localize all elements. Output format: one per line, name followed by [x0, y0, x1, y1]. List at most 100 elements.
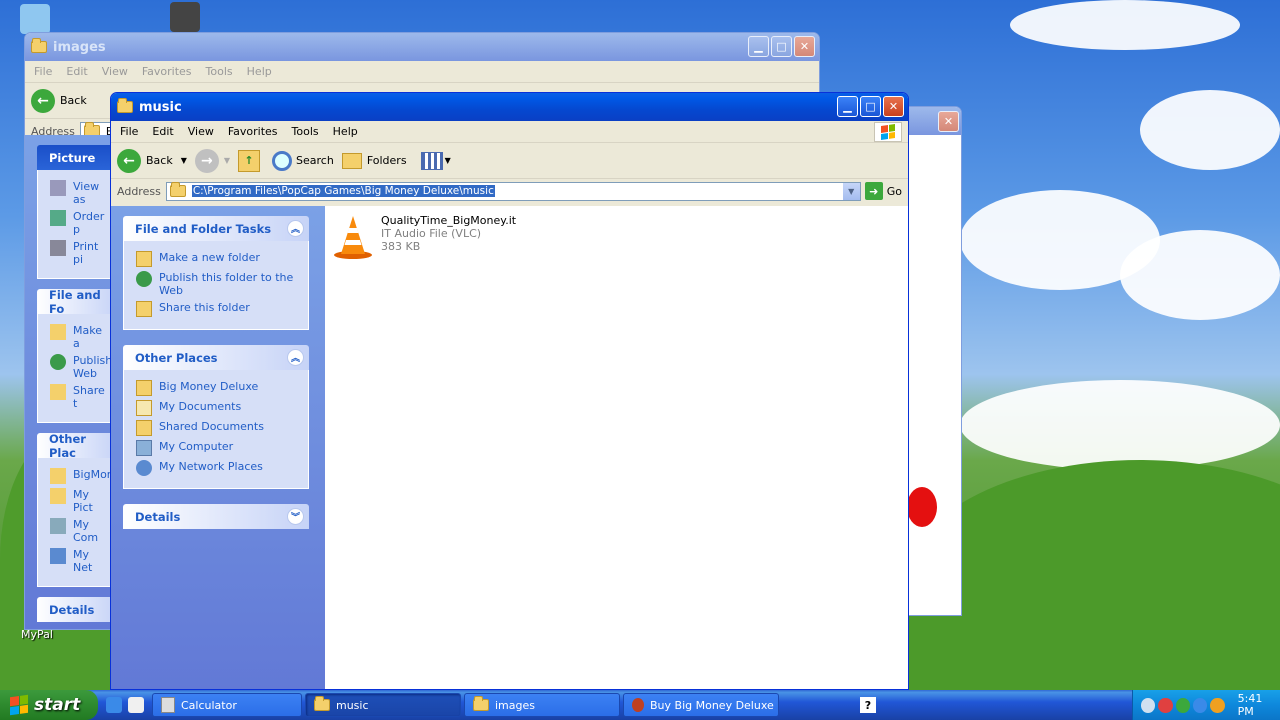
- minimize-icon[interactable]: ▁: [748, 36, 769, 57]
- close-icon[interactable]: ✕: [883, 96, 904, 117]
- menu-view[interactable]: View: [95, 65, 135, 78]
- dropdown-arrow-icon[interactable]: ▼: [181, 156, 187, 165]
- menu-favorites[interactable]: Favorites: [135, 65, 199, 78]
- minimize-icon[interactable]: ▁: [837, 96, 858, 117]
- go-button[interactable]: ➜ Go: [864, 182, 902, 200]
- go-arrow-icon: ➜: [864, 182, 883, 200]
- search-label: Search: [296, 154, 334, 167]
- maximize-icon[interactable]: □: [860, 96, 881, 117]
- menu-tools[interactable]: Tools: [285, 125, 326, 138]
- place-item[interactable]: My Pict: [50, 488, 106, 514]
- show-desktop-icon[interactable]: [128, 697, 144, 713]
- panel-title: File and Folder Tasks: [135, 221, 272, 236]
- menu-edit[interactable]: Edit: [145, 125, 180, 138]
- place-shared-documents[interactable]: Shared Documents: [136, 420, 298, 436]
- menu-view[interactable]: View: [181, 125, 221, 138]
- task-pane: File and Folder Tasks ︽ Make a new folde…: [111, 206, 325, 689]
- desktop-icon-movie[interactable]: [150, 2, 220, 35]
- menu-favorites[interactable]: Favorites: [221, 125, 285, 138]
- menu-file[interactable]: File: [113, 125, 145, 138]
- collapse-icon[interactable]: ︽: [287, 220, 304, 237]
- folder-task[interactable]: Make a: [50, 324, 106, 350]
- file-item[interactable]: QualityTime_BigMoney.it IT Audio File (V…: [333, 214, 516, 260]
- collapse-icon[interactable]: ︽: [287, 349, 304, 366]
- dropdown-arrow-icon[interactable]: ▼: [224, 156, 230, 165]
- menu-edit[interactable]: Edit: [59, 65, 94, 78]
- address-field[interactable]: C:\Program Files\PopCap Games\Big Money …: [165, 181, 861, 201]
- taskbar-item-music[interactable]: music: [305, 693, 461, 717]
- expand-icon[interactable]: ︾: [287, 508, 304, 525]
- folders-icon: [341, 152, 362, 169]
- folder-icon: [117, 98, 133, 113]
- taskbar-item-buy-big-money[interactable]: Buy Big Money Deluxe: [623, 693, 779, 717]
- address-value[interactable]: C:\Program Files\PopCap Games\Big Money …: [191, 185, 495, 197]
- place-item[interactable]: My Com: [50, 518, 106, 544]
- taskbar-item-label: images: [495, 698, 535, 712]
- picture-task[interactable]: Order p: [50, 210, 106, 236]
- close-icon[interactable]: ✕: [938, 110, 959, 132]
- place-item[interactable]: My Net: [50, 548, 106, 574]
- system-tray: 5:41 PM: [1132, 690, 1280, 720]
- forward-arrow-icon: →: [194, 148, 219, 173]
- taskbar-item-calculator[interactable]: Calculator: [152, 693, 302, 717]
- folders-button[interactable]: Folders: [341, 152, 407, 169]
- windows-logo-icon: [874, 122, 902, 142]
- dropdown-arrow-icon[interactable]: ▼: [445, 156, 451, 165]
- camera-icon: [50, 180, 66, 196]
- music-window[interactable]: music ▁ □ ✕ File Edit View Favorites Too…: [110, 92, 909, 690]
- place-item[interactable]: BigMon: [50, 468, 114, 484]
- close-icon[interactable]: ✕: [794, 36, 815, 57]
- back-arrow-icon: ←: [31, 88, 55, 113]
- menu-help[interactable]: Help: [326, 125, 365, 138]
- place-my-documents[interactable]: My Documents: [136, 400, 298, 416]
- menu-tools[interactable]: Tools: [199, 65, 240, 78]
- panel-title: Picture: [49, 150, 96, 165]
- file-list[interactable]: QualityTime_BigMoney.it IT Audio File (V…: [325, 206, 908, 689]
- panel-title: Details: [49, 602, 95, 617]
- folder-task[interactable]: Publish Web: [50, 354, 112, 380]
- menu-file[interactable]: File: [27, 65, 59, 78]
- back-button[interactable]: ← Back ▼: [117, 148, 187, 173]
- clock[interactable]: 5:41 PM: [1238, 692, 1280, 718]
- folder-icon: [169, 182, 186, 197]
- search-button[interactable]: Search: [272, 150, 334, 171]
- order-icon: [50, 210, 66, 226]
- task-share-folder[interactable]: Share this folder: [136, 301, 298, 317]
- back-button[interactable]: ← Back: [31, 88, 87, 113]
- internet-explorer-icon[interactable]: [106, 697, 122, 713]
- views-button[interactable]: ▼: [420, 151, 451, 170]
- search-icon: [272, 150, 293, 171]
- folder-icon: [50, 468, 66, 484]
- tray-app-icon[interactable]: [1158, 697, 1173, 713]
- place-my-network-places[interactable]: My Network Places: [136, 460, 298, 476]
- file-folder-tasks-header[interactable]: File and Folder Tasks ︽: [123, 216, 309, 241]
- taskbar-item-images[interactable]: images: [464, 693, 620, 717]
- picture-task[interactable]: View as: [50, 180, 106, 206]
- menu-help[interactable]: Help: [240, 65, 279, 78]
- computer-icon: [136, 440, 152, 456]
- panel-title: File and Fo: [49, 287, 101, 316]
- go-label: Go: [886, 184, 902, 198]
- globe-icon: [50, 354, 66, 370]
- tray-search-icon[interactable]: [1210, 697, 1225, 713]
- folder-task[interactable]: Share t: [50, 384, 106, 410]
- tray-network-icon[interactable]: [1175, 697, 1190, 713]
- address-dropdown-icon[interactable]: ▼: [842, 182, 860, 200]
- tray-help-icon[interactable]: [1192, 697, 1208, 713]
- picture-task[interactable]: Print pi: [50, 240, 106, 266]
- task-make-new-folder[interactable]: Make a new folder: [136, 251, 298, 267]
- tray-expand-icon[interactable]: [1141, 697, 1156, 713]
- maximize-icon[interactable]: □: [771, 36, 792, 57]
- start-button[interactable]: start: [0, 690, 98, 720]
- place-my-computer[interactable]: My Computer: [136, 440, 298, 456]
- place-big-money-deluxe[interactable]: Big Money Deluxe: [136, 380, 298, 396]
- calculator-icon: [161, 697, 175, 713]
- help-icon[interactable]: ?: [860, 697, 876, 713]
- forward-button[interactable]: → ▼: [194, 148, 230, 173]
- up-button[interactable]: ↑: [238, 149, 261, 172]
- folder-icon: [136, 380, 152, 396]
- details-header[interactable]: Details ︾: [123, 504, 309, 529]
- task-publish-folder[interactable]: Publish this folder to the Web: [136, 271, 298, 297]
- share-folder-icon: [136, 301, 152, 317]
- other-places-header[interactable]: Other Places ︽: [123, 345, 309, 370]
